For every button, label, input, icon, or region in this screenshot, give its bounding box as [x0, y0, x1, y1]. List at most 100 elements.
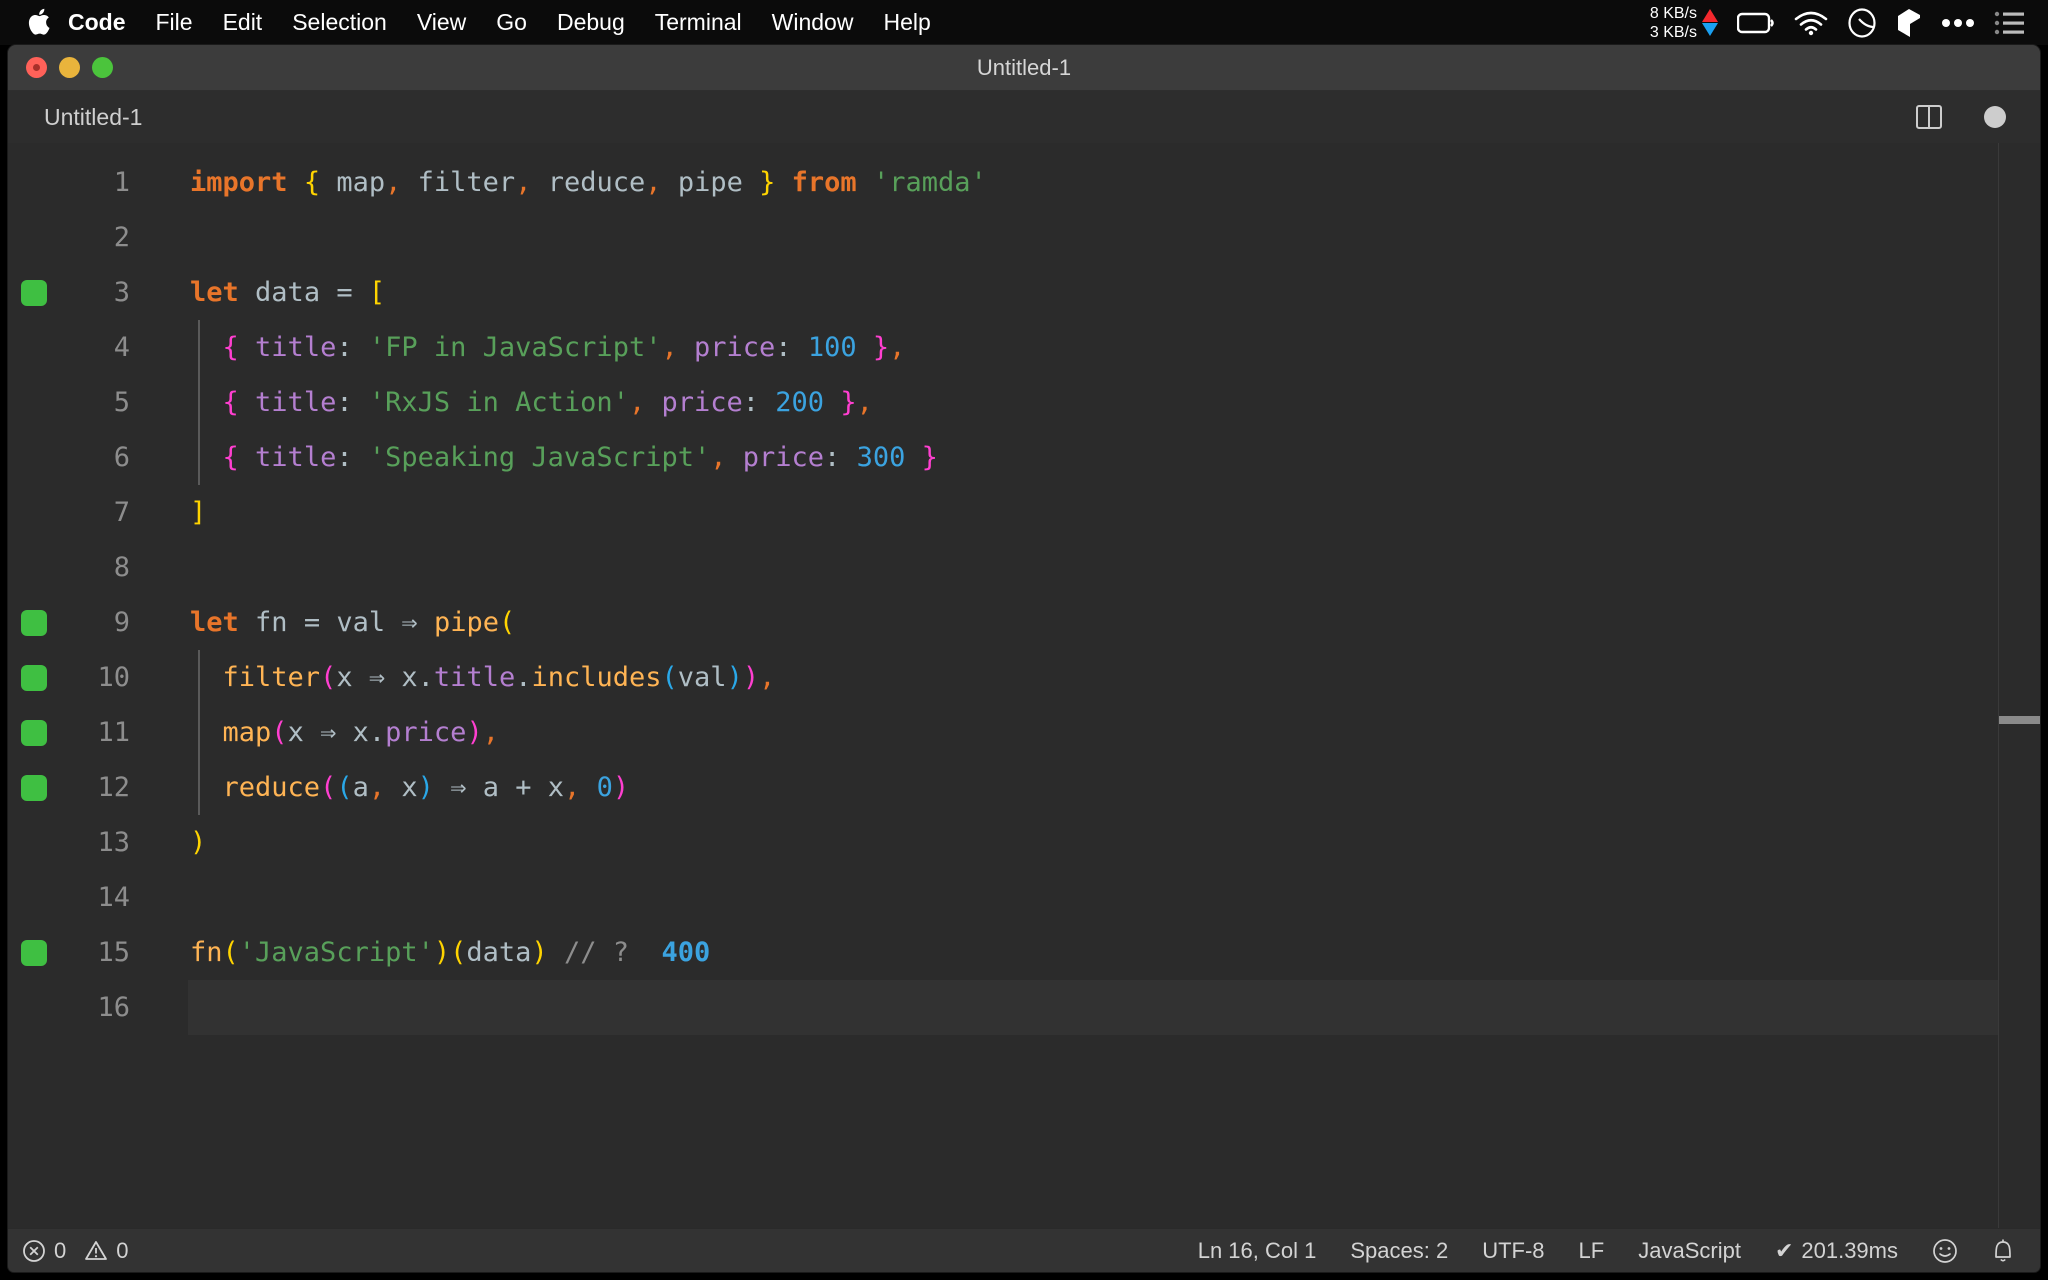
list-icon[interactable]	[1994, 11, 2024, 35]
line-code[interactable]: { title: 'RxJS in Action', price: 200 },	[148, 375, 873, 430]
cursor-position[interactable]: Ln 16, Col 1	[1198, 1238, 1317, 1264]
code-token: ,	[856, 387, 873, 418]
code-line[interactable]: 15 fn('JavaScript')(data) // ? 400	[8, 925, 2040, 980]
split-editor-icon[interactable]	[1916, 105, 1942, 129]
line-code[interactable]: import { map, filter, reduce, pipe } fro…	[148, 155, 987, 210]
code-token: x	[401, 662, 418, 693]
warning-count-item[interactable]: 0	[84, 1237, 129, 1264]
menu-item-code[interactable]: Code	[68, 0, 141, 45]
menu-item-edit[interactable]: Edit	[208, 0, 278, 45]
code-line[interactable]: 6 { title: 'Speaking JavaScript', price:…	[8, 430, 2040, 485]
menu-item-file[interactable]: File	[141, 0, 208, 45]
menu-item-debug[interactable]: Debug	[542, 0, 640, 45]
code-token: 0	[596, 772, 613, 803]
code-line[interactable]: 12 reduce((a, x) ⇒ a + x, 0)	[8, 760, 2040, 815]
quokka-gutter-marker	[21, 774, 47, 801]
menu-item-window[interactable]: Window	[757, 0, 869, 45]
code-line[interactable]: 4 { title: 'FP in JavaScript', price: 10…	[8, 320, 2040, 375]
line-code[interactable]: reduce((a, x) ⇒ a + x, 0)	[148, 760, 630, 815]
code-lines-container: 1 import { map, filter, reduce, pipe } fr…	[8, 155, 2040, 1035]
close-button[interactable]	[26, 57, 47, 78]
status-bar: 0 0 Ln 16, Col 1 Spaces: 2 UTF-8 LF Java…	[8, 1228, 2040, 1272]
line-code[interactable]: { title: 'FP in JavaScript', price: 100 …	[148, 320, 906, 375]
line-code[interactable]: let fn = val ⇒ pipe(	[148, 595, 515, 650]
line-number: 16	[97, 992, 130, 1023]
wifi-icon[interactable]	[1794, 10, 1828, 36]
code-token: title	[433, 662, 516, 693]
indent-setting[interactable]: Spaces: 2	[1350, 1238, 1448, 1264]
line-code[interactable]: { title: 'Speaking JavaScript', price: 3…	[148, 430, 938, 485]
code-token: }	[840, 387, 857, 418]
code-token: ,	[385, 167, 402, 198]
scrollbar-tick	[1999, 716, 2040, 724]
minimize-button[interactable]	[59, 57, 80, 78]
menu-item-go[interactable]: Go	[481, 0, 542, 45]
battery-icon[interactable]	[1737, 12, 1775, 34]
quokka-gutter-marker	[21, 664, 47, 691]
apple-logo-icon[interactable]	[26, 6, 52, 36]
maximize-button[interactable]	[92, 57, 113, 78]
code-line[interactable]: 11 map(x ⇒ x.price),	[8, 705, 2040, 760]
code-line[interactable]: 16	[8, 980, 2040, 1035]
line-code[interactable]: fn('JavaScript')(data) // ? 400	[148, 925, 710, 980]
code-token: =	[303, 607, 321, 638]
code-line[interactable]: 1 import { map, filter, reduce, pipe } fr…	[8, 155, 2040, 210]
line-code[interactable]: ]	[148, 485, 206, 540]
quokka-runtime[interactable]: ✔ 201.39ms	[1775, 1238, 1898, 1264]
code-line[interactable]: 5 { title: 'RxJS in Action', price: 200 …	[8, 375, 2040, 430]
code-token: }	[921, 442, 938, 473]
cube-icon[interactable]	[1896, 8, 1922, 38]
code-token: (	[271, 717, 288, 748]
editor-scrollbar[interactable]	[1998, 143, 2040, 1228]
code-line[interactable]: 10 filter(x ⇒ x.title.includes(val)),	[8, 650, 2040, 705]
menu-item-help[interactable]: Help	[868, 0, 945, 45]
code-token: map	[336, 167, 386, 198]
code-token: price	[742, 442, 825, 473]
line-code[interactable]: let data = [	[148, 265, 385, 320]
status-problems-group[interactable]: 0 0	[22, 1238, 129, 1264]
tab-untitled-1[interactable]: Untitled-1	[8, 91, 169, 143]
code-line[interactable]: 3 let data = [	[8, 265, 2040, 320]
code-line[interactable]: 9 let fn = val ⇒ pipe(	[8, 595, 2040, 650]
status-right-group: Ln 16, Col 1 Spaces: 2 UTF-8 LF JavaScri…	[1198, 1238, 2014, 1264]
code-token: }	[872, 332, 890, 363]
line-code[interactable]: map(x ⇒ x.price),	[148, 705, 499, 760]
menu-item-selection[interactable]: Selection	[277, 0, 402, 45]
code-line[interactable]: 7]	[8, 485, 2040, 540]
code-line[interactable]: 14	[8, 870, 2040, 925]
eol-setting[interactable]: LF	[1579, 1238, 1605, 1264]
ellipsis-icon[interactable]	[1941, 18, 1975, 28]
network-speed-indicator[interactable]: 8 KB/s 3 KB/s	[1650, 4, 1718, 42]
line-code[interactable]: filter(x ⇒ x.title.includes(val)),	[148, 650, 776, 705]
error-count-item[interactable]: 0	[22, 1238, 66, 1264]
menu-item-terminal[interactable]: Terminal	[640, 0, 757, 45]
code-token: val	[336, 607, 386, 638]
code-token: 100	[807, 332, 857, 363]
code-editor[interactable]: 1 import { map, filter, reduce, pipe } fr…	[8, 143, 2040, 1228]
code-token: .	[368, 717, 386, 748]
code-token: filter	[222, 662, 321, 693]
code-line[interactable]: 13)	[8, 815, 2040, 870]
code-line[interactable]: 8	[8, 540, 2040, 595]
code-token: (	[498, 607, 516, 638]
language-mode[interactable]: JavaScript	[1638, 1238, 1741, 1264]
warning-count: 0	[116, 1237, 129, 1263]
code-line[interactable]: 2	[8, 210, 2040, 265]
smiley-icon[interactable]	[1932, 1238, 1958, 1264]
bell-icon[interactable]	[1992, 1238, 2014, 1264]
clock-icon[interactable]	[1847, 7, 1877, 38]
line-code[interactable]: )	[148, 815, 206, 870]
unsaved-indicator-icon[interactable]	[1984, 106, 2006, 128]
encoding-setting[interactable]: UTF-8	[1482, 1238, 1544, 1264]
menu-item-view[interactable]: View	[402, 0, 481, 45]
